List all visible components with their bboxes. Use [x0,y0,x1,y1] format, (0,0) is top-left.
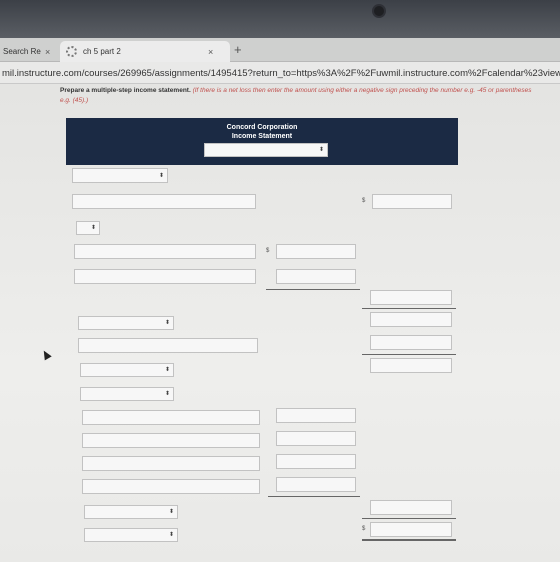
operator-select[interactable]: ⬍ [76,221,100,235]
account-name-input[interactable] [74,269,256,284]
company-name: Concord Corporation [226,124,298,131]
dollar-sign: $ [266,248,270,254]
amount-input[interactable] [370,500,452,515]
select-arrow-icon: ⬍ [164,391,170,397]
amount-input[interactable] [276,477,356,492]
tab-ch5-part2[interactable]: ch 5 part 2 × [60,41,230,62]
select-arrow-icon: ⬍ [158,172,164,179]
close-icon[interactable]: × [45,47,50,57]
double-underline-rule [362,539,456,541]
account-name-input[interactable] [72,194,256,209]
amount-input[interactable] [276,431,356,446]
amount-input[interactable] [370,335,452,350]
tab-search-label: Search Re [3,47,41,56]
account-name-input[interactable] [74,244,256,259]
new-tab-button[interactable]: + [234,42,242,57]
net-income-input[interactable] [370,522,452,537]
subtotal-rule [268,496,360,497]
amount-input[interactable] [372,194,452,209]
dollar-sign: $ [362,526,366,532]
amount-input[interactable] [276,269,356,284]
subtotal-rule [362,518,456,519]
subtotal-rule [362,354,456,355]
account-name-input[interactable] [82,410,260,425]
tab-active-label: ch 5 part 2 [83,47,121,56]
subtotal-rule [266,289,360,290]
instruction-text: Prepare a multiple-step income statement… [60,87,191,94]
subtotal-rule [362,308,456,309]
monitor-bezel [0,0,560,38]
account-select[interactable]: ⬍ [84,528,178,542]
amount-input[interactable] [276,454,356,469]
amount-input[interactable] [276,408,356,423]
account-select[interactable]: ⬍ [80,387,174,401]
tab-search[interactable]: Search Re × [0,41,58,62]
account-select[interactable]: ⬍ [84,505,178,519]
select-arrow-icon: ⬍ [90,225,96,231]
amount-input[interactable] [370,312,452,327]
dollar-sign: $ [362,198,366,204]
statement-header: Concord Corporation Income Statement [66,118,458,165]
amount-input[interactable] [370,358,452,373]
account-name-input[interactable] [78,338,258,353]
statement-title: Income Statement [231,133,293,140]
account-name-input[interactable] [82,433,260,448]
select-arrow-icon: ⬍ [164,320,170,326]
account-name-input[interactable] [82,456,260,471]
browser-tab-bar: Search Re × ch 5 part 2 × [0,38,560,62]
select-arrow-icon: ⬍ [168,509,174,515]
account-select[interactable]: ⬍ [80,363,174,377]
account-name-input[interactable] [82,479,260,494]
amount-input[interactable] [370,290,452,305]
period-select[interactable]: ⬍ [204,143,328,157]
select-arrow-icon: ⬍ [164,367,170,373]
close-icon[interactable]: × [208,47,213,57]
select-arrow-icon: ⬍ [318,147,324,153]
account-select[interactable]: ⬍ [72,168,168,183]
account-select[interactable]: ⬍ [78,316,174,330]
select-arrow-icon: ⬍ [168,532,174,538]
loading-spinner-icon [66,46,77,57]
webcam-icon [372,4,386,18]
amount-input[interactable] [276,244,356,259]
address-bar[interactable]: mil.instructure.com/courses/269965/assig… [0,62,560,84]
instructions: Prepare a multiple-step income statement… [60,86,540,106]
